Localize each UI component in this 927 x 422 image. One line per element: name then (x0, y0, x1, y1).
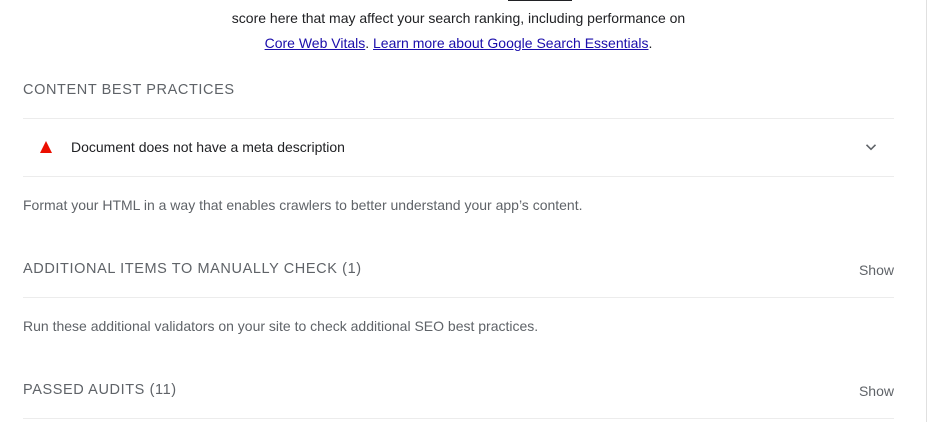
content-best-practices-description: Format your HTML in a way that enables c… (23, 197, 583, 213)
divider (23, 418, 894, 419)
intro-separator: . (365, 35, 374, 51)
core-web-vitals-link[interactable]: Core Web Vitals (265, 35, 366, 51)
warning-triangle-icon (40, 141, 52, 153)
chevron-down-icon[interactable] (865, 141, 877, 153)
audit-meta-description[interactable]: Document does not have a meta descriptio… (23, 119, 894, 176)
seo-report-panel: score here that may affect your search r… (0, 0, 927, 422)
passed-audits-show-button[interactable]: Show (859, 383, 894, 399)
manual-check-title: ADDITIONAL ITEMS TO MANUALLY CHECK (1) (23, 261, 362, 277)
intro-links-line: Core Web Vitals. Learn more about Google… (0, 31, 917, 56)
manual-check-description: Run these additional validators on your … (23, 318, 539, 334)
tab-indicator (508, 0, 572, 1)
intro-tail: . (648, 35, 653, 51)
passed-audits-label: PASSED AUDITS (23, 382, 145, 398)
audit-title: Document does not have a meta descriptio… (71, 139, 345, 155)
divider (23, 297, 894, 298)
passed-audits-count: (11) (149, 382, 177, 398)
intro-line: score here that may affect your search r… (231, 10, 686, 26)
divider (23, 176, 894, 177)
passed-audits-title: PASSED AUDITS (11) (23, 382, 177, 398)
manual-check-count: (1) (342, 261, 362, 277)
seo-intro-text: score here that may affect your search r… (0, 6, 917, 56)
search-essentials-link[interactable]: Learn more about Google Search Essential… (373, 35, 649, 51)
manual-check-show-button[interactable]: Show (859, 262, 894, 278)
content-best-practices-title: CONTENT BEST PRACTICES (23, 82, 235, 98)
manual-check-label: ADDITIONAL ITEMS TO MANUALLY CHECK (23, 261, 338, 277)
